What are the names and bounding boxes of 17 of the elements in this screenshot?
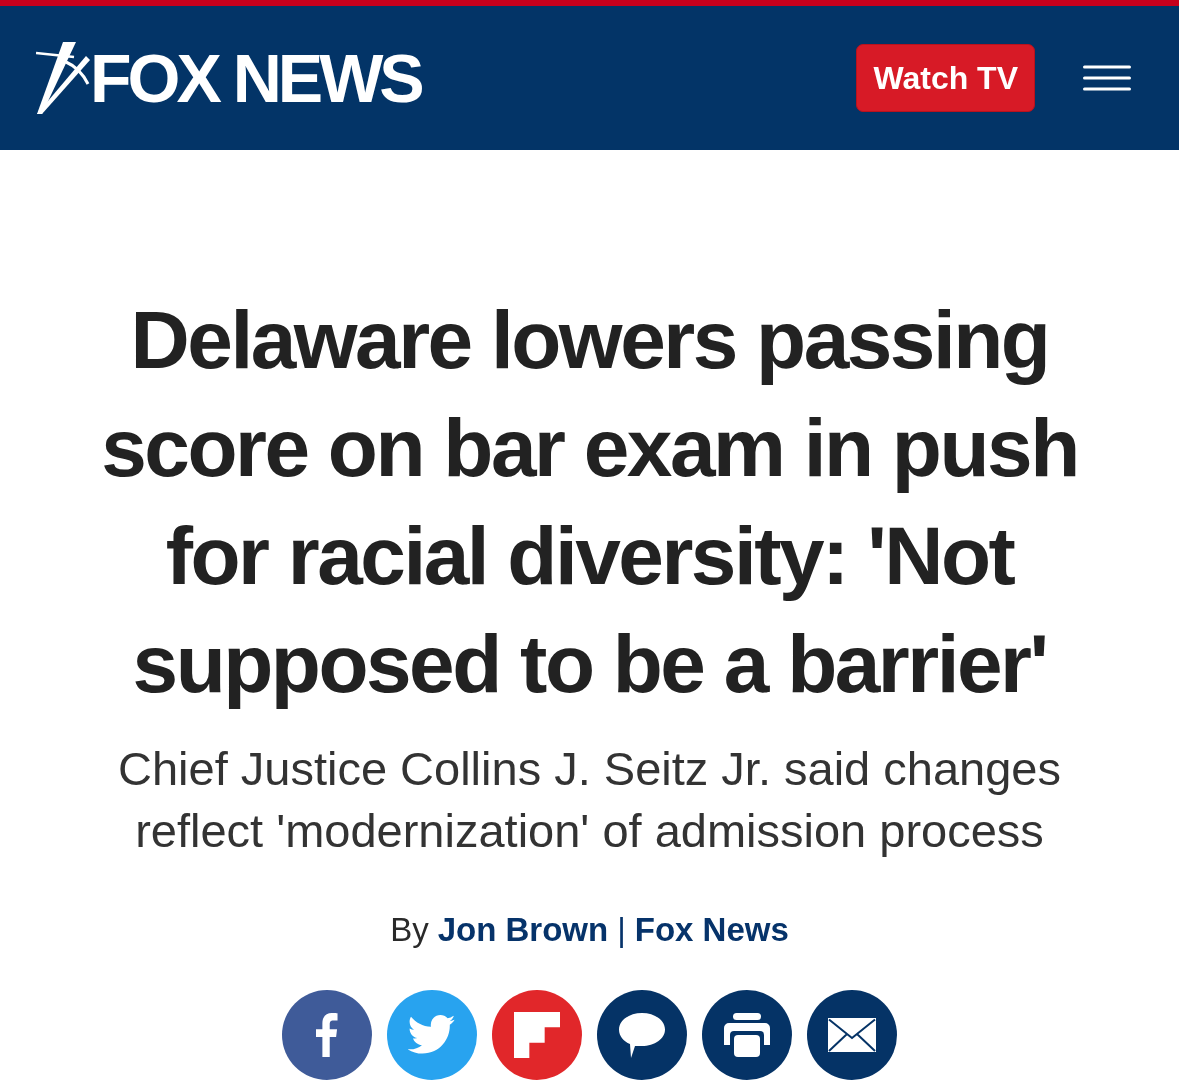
byline-prefix: By [390, 910, 429, 950]
article-headline: Delaware lowers passing score on bar exam in push for racial diversity: 'Not supposed to be a barrier' [100, 293, 1079, 711]
printer-icon [724, 1013, 770, 1057]
source-link[interactable]: Fox News [634, 910, 789, 950]
bird-icon [408, 1015, 456, 1055]
flipboard-icon [514, 1012, 560, 1058]
logo-wordmark[interactable]: FOX NEWS [90, 44, 421, 112]
logo-mark-icon [36, 42, 90, 114]
speech-bubble-icon [619, 1012, 665, 1058]
menu-button[interactable] [1083, 65, 1131, 91]
article-subheadline: Chief Justice Collins J. Seitz Jr. said changes reflect 'modernization' of admission process [117, 741, 1062, 859]
byline-separator: | [617, 910, 626, 950]
facebook-icon [316, 1013, 338, 1057]
envelope-icon [828, 1018, 876, 1052]
watch-tv-button[interactable]: Watch TV [856, 44, 1035, 112]
author-link[interactable]: Jon Brown [437, 910, 609, 950]
menu-icon [1083, 65, 1131, 91]
